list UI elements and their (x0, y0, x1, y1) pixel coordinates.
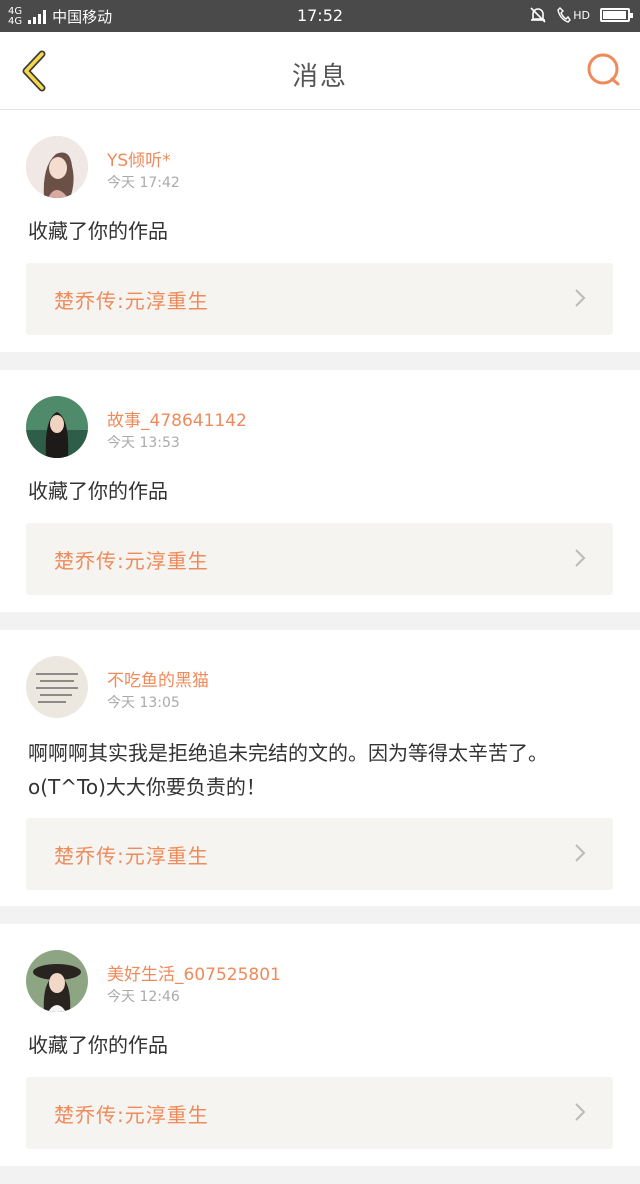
avatar-image (26, 136, 88, 198)
search-button[interactable] (584, 50, 624, 90)
status-right: HD (529, 6, 633, 24)
work-title: 楚乔传:元淳重生 (54, 289, 209, 313)
hd-label: HD (573, 8, 590, 22)
nav-bar: 消息 (0, 32, 640, 110)
battery-icon (600, 8, 633, 22)
timestamp: 今天 17:42 (107, 175, 180, 191)
username[interactable]: 不吃鱼的黑猫 (107, 666, 209, 691)
chevron-right-icon (575, 549, 586, 567)
timestamp: 今天 12:46 (107, 989, 180, 1005)
work-title: 楚乔传:元淳重生 (54, 549, 209, 573)
work-link[interactable]: 楚乔传:元淳重生 (26, 1077, 613, 1149)
message-text: 收藏了你的作品 (28, 1033, 168, 1057)
chevron-right-icon (575, 1103, 586, 1121)
message-card[interactable]: 不吃鱼的黑猫 今天 13:05 啊啊啊其实我是拒绝追未完结的文的。因为等得太辛苦… (0, 630, 640, 906)
status-bar: 4G 4G 中国移动 17:52 HD (0, 0, 640, 32)
work-link[interactable]: 楚乔传:元淳重生 (26, 523, 613, 595)
search-icon (587, 53, 620, 86)
phone-icon (557, 7, 572, 23)
timestamp: 今天 13:53 (107, 435, 180, 451)
message-text: 啊啊啊其实我是拒绝追未完结的文的。因为等得太辛苦了。o(T^To)大大你要负责的… (28, 741, 548, 799)
avatar-image (26, 950, 88, 1012)
username[interactable]: 故事_478641142 (107, 406, 247, 431)
page-title: 消息 (291, 62, 348, 92)
avatar[interactable] (26, 136, 88, 198)
message-card[interactable]: 故事_478641142 今天 13:53 收藏了你的作品 楚乔传:元淳重生 (0, 370, 640, 612)
avatar-image (26, 656, 88, 718)
bell-muted-icon (530, 7, 546, 23)
message-list: YS倾听* 今天 17:42 收藏了你的作品 楚乔传:元淳重生 故事_47864… (0, 110, 640, 1184)
message-text: 收藏了你的作品 (28, 219, 168, 243)
message-card[interactable]: 美好生活_607525801 今天 12:46 收藏了你的作品 楚乔传:元淳重生 (0, 924, 640, 1166)
work-title: 楚乔传:元淳重生 (54, 1103, 209, 1127)
work-link[interactable]: 楚乔传:元淳重生 (26, 263, 613, 335)
battery-fill (603, 11, 626, 19)
username[interactable]: 美好生活_607525801 (107, 960, 281, 985)
chevron-right-icon (575, 844, 586, 862)
chevron-right-icon (575, 289, 586, 307)
message-card[interactable]: YS倾听* 今天 17:42 收藏了你的作品 楚乔传:元淳重生 (0, 110, 640, 352)
username[interactable]: YS倾听* (107, 146, 171, 171)
avatar[interactable] (26, 656, 88, 718)
avatar[interactable] (26, 950, 88, 1012)
hd-call-indicator: HD (557, 7, 590, 23)
work-title: 楚乔传:元淳重生 (54, 844, 209, 868)
message-text: 收藏了你的作品 (28, 479, 168, 503)
work-link[interactable]: 楚乔传:元淳重生 (26, 818, 613, 890)
avatar-image (26, 396, 88, 458)
timestamp: 今天 13:05 (107, 695, 180, 711)
avatar[interactable] (26, 396, 88, 458)
